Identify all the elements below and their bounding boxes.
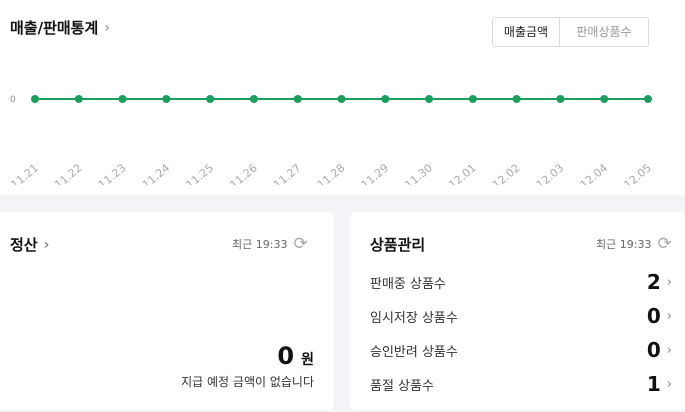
settlement-amount-unit: 원 bbox=[301, 352, 314, 368]
data-point[interactable] bbox=[162, 95, 171, 103]
sales-stats-title: 매출/판매통계 bbox=[10, 19, 99, 37]
data-point[interactable] bbox=[249, 95, 258, 103]
settlement-refresh: 최근 19:33 ⟳ bbox=[232, 236, 308, 253]
data-point[interactable] bbox=[512, 95, 521, 103]
chevron-right-icon: › bbox=[666, 342, 672, 358]
data-point[interactable] bbox=[206, 95, 215, 103]
y-tick-label: 0 bbox=[10, 95, 16, 105]
chevron-right-icon: › bbox=[666, 308, 672, 324]
toggle-sold-count[interactable]: 판매상품수 bbox=[559, 18, 648, 46]
chevron-right-icon: › bbox=[666, 274, 672, 290]
x-tick-label: 11.28 bbox=[315, 161, 347, 185]
product-row-on-sale[interactable]: 판매중 상품수 2 › bbox=[370, 270, 672, 294]
toggle-sales-amount[interactable]: 매출금액 bbox=[493, 18, 559, 46]
settlement-title: 정산 bbox=[10, 236, 38, 254]
settlement-note: 지급 예정 금액이 없습니다 bbox=[181, 375, 314, 389]
data-point[interactable] bbox=[74, 95, 83, 103]
x-tick-label: 11.24 bbox=[140, 161, 172, 185]
refresh-icon[interactable]: ⟳ bbox=[657, 236, 671, 253]
refresh-icon[interactable]: ⟳ bbox=[293, 236, 307, 253]
data-point[interactable] bbox=[468, 95, 477, 103]
data-point[interactable] bbox=[293, 95, 302, 103]
product-row-label: 품절 상품수 bbox=[370, 378, 434, 394]
products-refresh: 최근 19:33 ⟳ bbox=[596, 236, 672, 253]
data-point[interactable] bbox=[118, 95, 127, 103]
data-point[interactable] bbox=[425, 95, 434, 103]
products-updated-time: 최근 19:33 bbox=[596, 238, 652, 251]
data-point[interactable] bbox=[31, 95, 39, 103]
data-point[interactable] bbox=[337, 95, 346, 103]
x-tick-label: 11.22 bbox=[52, 161, 84, 185]
product-management-title: 상품관리 bbox=[370, 236, 426, 254]
product-row-count: 1 bbox=[646, 372, 661, 396]
product-management-header: 상품관리 bbox=[370, 234, 425, 255]
data-point[interactable] bbox=[600, 95, 609, 103]
product-row-rejected[interactable]: 승인반려 상품수 0 › bbox=[370, 338, 672, 362]
x-tick-label: 11.25 bbox=[184, 161, 216, 185]
x-tick-label: 11.27 bbox=[271, 161, 303, 185]
product-row-count: 0 bbox=[646, 338, 661, 362]
product-management-card: 상품관리 최근 19:33 ⟳ 판매중 상품수 2 › 임시저장 상품수 0 ›… bbox=[350, 212, 685, 410]
settlement-header[interactable]: 정산 › bbox=[10, 234, 49, 255]
x-tick-label: 12.04 bbox=[578, 161, 610, 185]
product-row-sold-out[interactable]: 품절 상품수 1 › bbox=[370, 372, 672, 396]
x-tick-label: 11.30 bbox=[403, 161, 435, 185]
sales-line-chart: 0 11.21 11.22 11.23 11.24 11.25 11.26 11.27 11.2… bbox=[8, 95, 654, 185]
sales-stats-header[interactable]: 매출/판매통계 › bbox=[10, 17, 110, 38]
x-tick-label: 12.03 bbox=[534, 161, 566, 185]
settlement-amount-value: 0 bbox=[277, 342, 295, 370]
chevron-right-icon: › bbox=[666, 376, 672, 392]
product-row-count: 2 bbox=[646, 270, 661, 294]
metric-toggle: 매출금액 판매상품수 bbox=[492, 17, 649, 47]
chevron-right-icon: › bbox=[104, 19, 110, 36]
x-tick-label: 11.23 bbox=[96, 161, 128, 185]
x-tick-label: 11.26 bbox=[227, 161, 259, 185]
product-row-count: 0 bbox=[646, 304, 661, 328]
product-row-label: 승인반려 상품수 bbox=[370, 344, 458, 360]
x-tick-label: 12.05 bbox=[621, 161, 653, 185]
x-tick-label: 12.02 bbox=[490, 161, 522, 185]
settlement-amount: 0 원 bbox=[277, 342, 314, 370]
chevron-right-icon: › bbox=[43, 236, 50, 253]
data-point[interactable] bbox=[556, 95, 565, 103]
x-tick-label: 11.29 bbox=[359, 161, 391, 185]
settlement-updated-time: 최근 19:33 bbox=[232, 238, 288, 251]
product-row-draft[interactable]: 임시저장 상품수 0 › bbox=[370, 304, 672, 328]
settlement-card: 정산 › 최근 19:33 ⟳ 0 원 지급 예정 금액이 없습니다 bbox=[0, 212, 334, 410]
sales-stats-card: 매출/판매통계 › 매출금액 판매상품수 0 11.21 11.22 11.23 11.… bbox=[0, 0, 685, 195]
data-point[interactable] bbox=[381, 95, 390, 103]
x-tick-label: 12.01 bbox=[446, 161, 478, 185]
product-row-label: 판매중 상품수 bbox=[370, 276, 446, 292]
x-tick-label: 11.21 bbox=[8, 161, 40, 185]
product-row-label: 임시저장 상품수 bbox=[370, 310, 458, 326]
data-point[interactable] bbox=[644, 95, 652, 103]
